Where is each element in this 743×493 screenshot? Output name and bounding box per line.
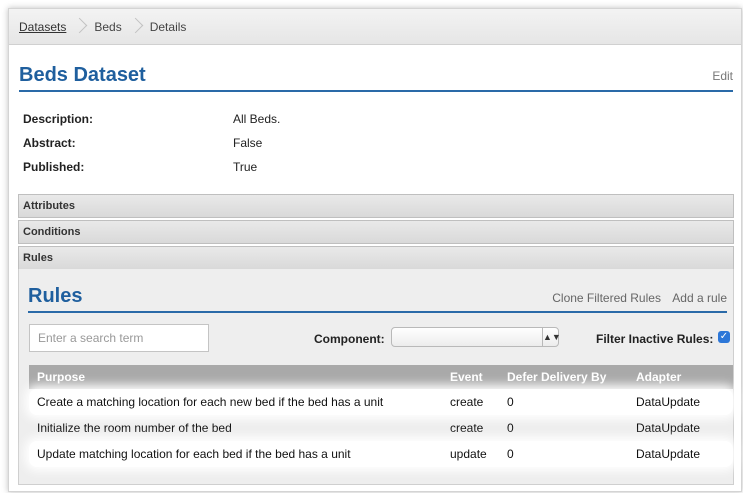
cell-adapter: DataUpdate xyxy=(636,421,701,435)
filter-inactive-checkbox[interactable]: ✓ xyxy=(718,331,730,343)
cell-adapter: DataUpdate xyxy=(636,447,701,461)
cell-defer: 0 xyxy=(507,395,514,409)
breadcrumb-datasets-link[interactable]: Datasets xyxy=(19,20,66,34)
column-header-purpose[interactable]: Purpose xyxy=(29,370,450,384)
cell-adapter: DataUpdate xyxy=(636,395,701,409)
property-key: Abstract: xyxy=(23,136,76,150)
dataset-properties: Description: All Beds. Abstract: False P… xyxy=(23,107,280,179)
dataset-title: Beds Dataset xyxy=(19,64,146,86)
search-input[interactable] xyxy=(29,324,209,352)
column-header-defer[interactable]: Defer Delivery By xyxy=(507,370,636,384)
edit-link[interactable]: Edit xyxy=(712,69,733,83)
rules-title-divider xyxy=(28,311,727,313)
table-row[interactable]: Create a matching location for each new … xyxy=(29,389,733,415)
table-header: Purpose Event Defer Delivery By Adapter xyxy=(29,365,733,389)
rules-panel: Rules Clone Filtered Rules Add a rule Co… xyxy=(18,269,734,485)
property-key: Published: xyxy=(23,160,85,174)
property-key: Description: xyxy=(23,112,94,126)
filter-inactive-label: Filter Inactive Rules: xyxy=(596,332,714,346)
title-divider xyxy=(19,90,733,92)
column-header-event[interactable]: Event xyxy=(450,370,507,384)
table-row[interactable]: Initialize the room number of the bed cr… xyxy=(29,415,733,441)
table-row[interactable]: Update matching location for each bed if… xyxy=(29,441,733,467)
attributes-section-header[interactable]: Attributes xyxy=(18,194,734,218)
cell-purpose: Create a matching location for each new … xyxy=(37,395,384,409)
breadcrumb-separator-icon xyxy=(74,16,86,38)
rules-title: Rules xyxy=(28,285,83,307)
select-arrows-icon: ▲▼ xyxy=(542,328,561,346)
cell-purpose: Initialize the room number of the bed xyxy=(37,421,232,435)
property-row-description: Description: All Beds. xyxy=(23,107,280,131)
column-header-adapter[interactable]: Adapter xyxy=(636,370,733,384)
component-select[interactable]: ▲▼ xyxy=(391,327,561,347)
cell-purpose: Update matching location for each bed if… xyxy=(37,447,351,461)
rules-actions: Clone Filtered Rules Add a rule xyxy=(544,291,727,305)
breadcrumb-details: Details xyxy=(149,19,187,34)
rules-section-header[interactable]: Rules xyxy=(18,246,734,270)
add-rule-link[interactable]: Add a rule xyxy=(672,291,727,305)
property-row-published: Published: True xyxy=(23,155,280,179)
rules-table: Purpose Event Defer Delivery By Adapter … xyxy=(29,365,733,467)
cell-event: create xyxy=(450,421,484,435)
breadcrumb-beds[interactable]: Beds xyxy=(94,20,121,34)
conditions-section-header[interactable]: Conditions xyxy=(18,220,734,244)
cell-defer: 0 xyxy=(507,421,514,435)
dataset-details-page: Datasets Beds Details Beds Dataset Edit … xyxy=(8,8,742,492)
cell-defer: 0 xyxy=(507,447,514,461)
component-label: Component: xyxy=(314,332,385,346)
cell-event: update xyxy=(450,447,487,461)
clone-filtered-rules-link[interactable]: Clone Filtered Rules xyxy=(552,291,661,305)
property-value: False xyxy=(233,136,263,150)
breadcrumb-separator-icon xyxy=(130,16,142,38)
property-row-abstract: Abstract: False xyxy=(23,131,280,155)
breadcrumb: Datasets Beds Details xyxy=(9,9,741,45)
property-value: All Beds. xyxy=(233,112,281,126)
cell-event: create xyxy=(450,395,484,409)
property-value: True xyxy=(233,160,258,174)
